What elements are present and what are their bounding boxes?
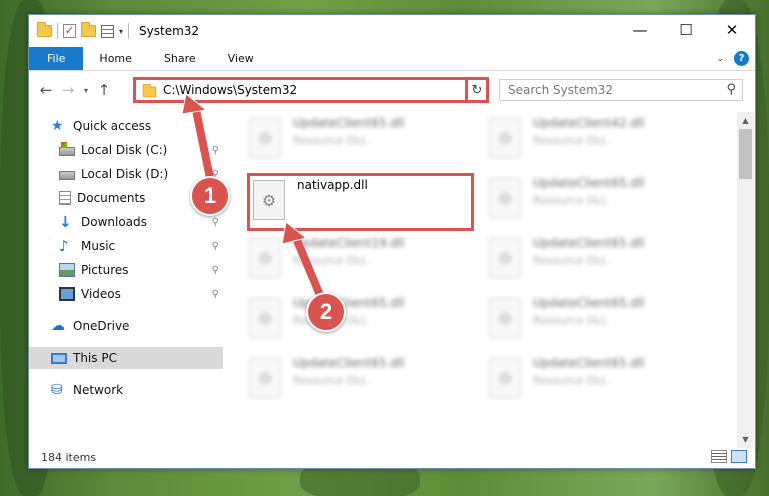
step-1-badge: 1 [190,176,230,216]
step-2-badge: 2 [306,292,346,332]
annotation-arrows [181,93,326,304]
